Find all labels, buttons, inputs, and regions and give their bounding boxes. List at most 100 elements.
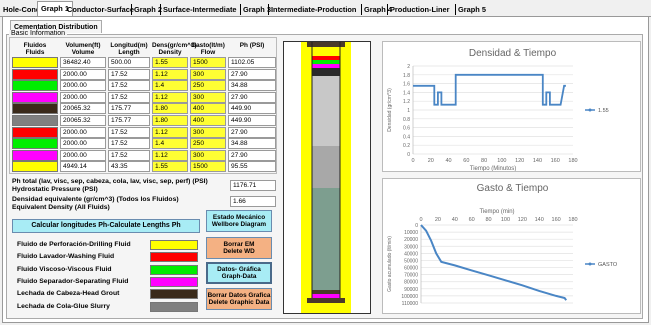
flow-cell[interactable]: 300 (190, 149, 226, 161)
column-header-line2: Flow (200, 49, 216, 56)
legend-text: 1.55 (598, 108, 609, 114)
wellbore-diagram-label-es: Estado Mecánico (212, 213, 266, 221)
volume-cell[interactable]: 2000.00 (60, 126, 106, 138)
tab-surface-intermediate[interactable]: Surface-Intermediate (163, 3, 237, 16)
column-header-line2: Density (158, 49, 182, 56)
calculate-lengths-button[interactable]: Calcular longitudes Ph-Calculate Lengths… (12, 219, 200, 233)
flow-cell[interactable]: 250 (190, 80, 226, 92)
x-axis-label: Tiempo (Minutos) (470, 166, 516, 171)
length-cell[interactable]: 175.77 (108, 115, 150, 126)
density-cell[interactable]: 1.12 (152, 126, 188, 138)
volume-cell[interactable]: 2000.00 (60, 80, 106, 92)
length-cell[interactable]: 17.52 (108, 68, 150, 80)
length-cell[interactable]: 43.35 (108, 161, 150, 173)
volume-cell[interactable]: 20065.32 (60, 115, 106, 126)
fluid-color-swatch (12, 57, 58, 68)
flow-cell[interactable]: 300 (190, 126, 226, 138)
flow-cell[interactable]: 1500 (190, 161, 226, 173)
column-header: Gasto(lt/m) Flow (190, 42, 226, 56)
tab-separator (387, 4, 388, 15)
chart1-svg: 00.20.40.60.811.21.41.61.820 20 40 60 80 100 1… (387, 64, 609, 171)
density-cell[interactable]: 1.4 (152, 138, 188, 150)
delete-graphic-data-button[interactable]: Borrar Datos Grafica Delete Graphic Data (206, 288, 272, 310)
length-cell[interactable]: 17.52 (108, 138, 150, 150)
volume-cell[interactable]: 2000.00 (60, 68, 106, 80)
legend-marker (588, 262, 592, 266)
volume-cell[interactable]: 20065.32 (60, 103, 106, 115)
volume-cell[interactable]: 2000.00 (60, 138, 106, 150)
column-header-line2: Fluids (25, 49, 45, 56)
column-header: Dens(gr/cm^3) Density (152, 42, 197, 56)
column-header-line1: Longitud(m) (110, 42, 148, 49)
length-cell[interactable]: 17.52 (108, 126, 150, 138)
wellbore-diagram-label-en: Wellbore Diagram (211, 221, 267, 228)
density-cell[interactable]: 1.80 (152, 115, 188, 126)
fluid-color-swatch (12, 103, 58, 115)
y-tick-label: 1.2 (403, 99, 410, 105)
tab-graph-5[interactable]: Graph 5 (458, 3, 486, 16)
tab-intermediate-production[interactable]: Intermediate-Production (271, 3, 356, 16)
ph-cell: 27.90 (228, 126, 276, 138)
legend-marker (588, 108, 592, 112)
flow-cell[interactable]: 400 (190, 103, 226, 115)
x-axis-label: Tiempo (min) (479, 209, 514, 215)
wellbore-diagram-button[interactable]: Estado Mecánico Wellbore Diagram (206, 210, 272, 232)
density-cell[interactable]: 1.55 (152, 161, 188, 173)
graph-data-button[interactable]: Datos- Gráfica Graph-Data (206, 262, 272, 284)
tab-conductor-surface[interactable]: Conductor-Surface (67, 3, 134, 16)
fluid-color-swatch (12, 68, 58, 80)
flow-cell[interactable]: 250 (190, 138, 226, 150)
column-header: Volumen(ft) Volume (60, 42, 106, 56)
x-tick-label: 80 (485, 217, 491, 223)
density-cell[interactable]: 1.12 (152, 68, 188, 80)
x-tick-label: 80 (481, 158, 487, 164)
volume-cell[interactable]: 2000.00 (60, 91, 106, 103)
flow-cell[interactable]: 400 (190, 115, 226, 126)
x-tick-label: 120 (515, 158, 524, 164)
y-tick-label: 80000 (404, 280, 418, 286)
density-cell[interactable]: 1.12 (152, 149, 188, 161)
x-tick-label: 20 (428, 158, 434, 164)
tab-graph-2[interactable]: Graph 2 (134, 3, 162, 16)
fluid-color-swatch (12, 138, 58, 150)
tab-separator (160, 4, 161, 15)
y-tick-label: 0.2 (403, 143, 410, 149)
flow-cell[interactable]: 300 (190, 68, 226, 80)
tab-separator (361, 4, 362, 15)
density-cell[interactable]: 1.4 (152, 80, 188, 92)
column-header-line1: Fluidos (23, 42, 47, 49)
length-cell[interactable]: 175.77 (108, 103, 150, 115)
delete-wd-label-es: Borrar EM (223, 240, 255, 248)
density-cell[interactable]: 1.80 (152, 103, 188, 115)
ph-cell: 27.90 (228, 68, 276, 80)
y-tick-label: 110000 (402, 301, 419, 307)
density-cell[interactable]: 1.55 (152, 57, 188, 68)
length-cell[interactable]: 500.00 (108, 57, 150, 68)
y-tick-label: 2 (407, 64, 410, 70)
delete-wd-button[interactable]: Borrar EM Delete WD (206, 237, 272, 259)
ph-total-label-en: Hydrostatic Pressure (PSI) (12, 185, 98, 193)
volume-cell[interactable]: 4949.14 (60, 161, 106, 173)
legend-text: GASTO (598, 262, 618, 268)
tab-production-liner[interactable]: Production-Liner (390, 3, 450, 16)
fluid-color-swatch (12, 80, 58, 92)
glue-slurry-layer (312, 188, 340, 276)
column-header-line2: Length (118, 49, 140, 56)
tab-separator (455, 4, 456, 15)
ph-cell: 34.88 (228, 138, 276, 150)
y-tick-label: 1.4 (403, 90, 410, 96)
length-cell[interactable]: 17.52 (108, 80, 150, 92)
volume-cell[interactable]: 2000.00 (60, 149, 106, 161)
ph-cell: 27.90 (228, 91, 276, 103)
x-tick-label: 180 (568, 158, 577, 164)
legend-swatch (150, 276, 198, 287)
length-cell[interactable]: 17.52 (108, 91, 150, 103)
length-cell[interactable]: 17.52 (108, 149, 150, 161)
tab-graph-3[interactable]: Graph 3 (243, 3, 271, 16)
flow-cell[interactable]: 1500 (190, 57, 226, 68)
density-cell[interactable]: 1.12 (152, 91, 188, 103)
volume-cell[interactable]: 36482.40 (60, 57, 106, 68)
flow-cell[interactable]: 300 (190, 91, 226, 103)
casing-bottom (307, 298, 345, 303)
legend-label: Lechada de Cabeza-Head Grout (17, 290, 120, 298)
